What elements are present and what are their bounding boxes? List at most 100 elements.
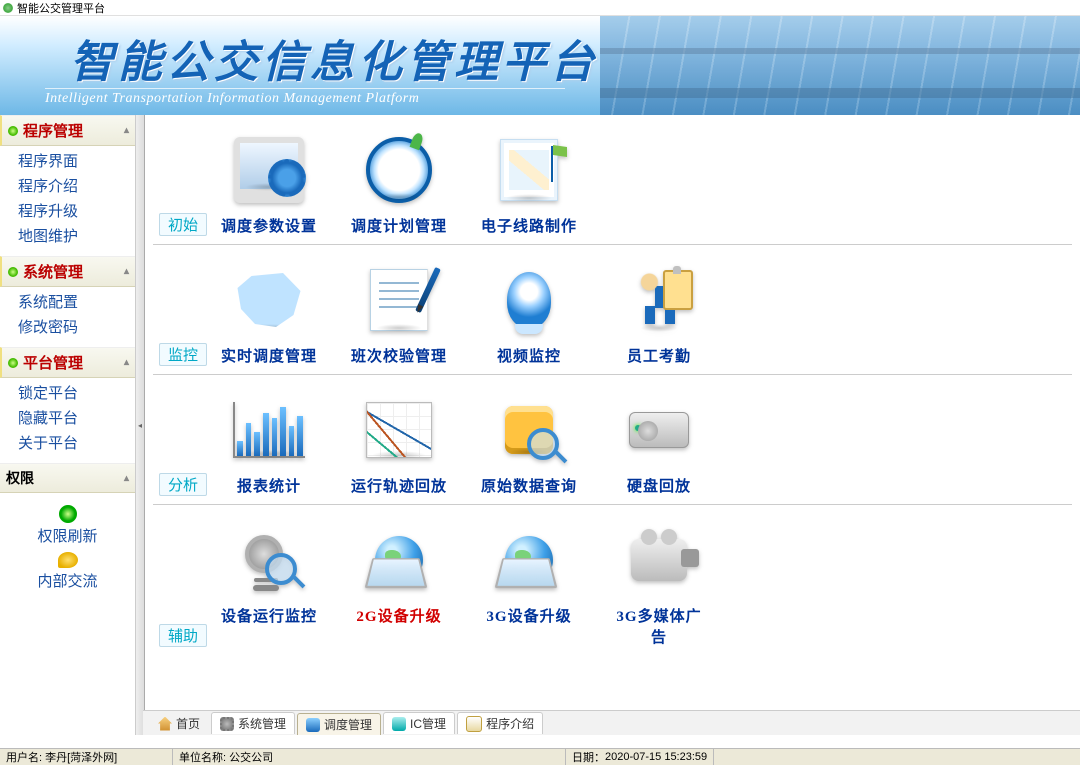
globe-laptop-icon (505, 536, 553, 584)
nav-head-permission[interactable]: 权限 ▴ (0, 463, 135, 493)
tile-label: 2G设备升级 (349, 605, 449, 634)
tile-track-playback[interactable]: 运行轨迹回放 (349, 385, 449, 504)
map-flag-icon (500, 139, 558, 201)
window-title: 智能公交管理平台 (17, 0, 105, 16)
window-titlebar: 智能公交管理平台 (0, 0, 1080, 16)
internal-chat-link[interactable]: 内部交流 (0, 570, 135, 591)
banner: 智能公交信息化管理平台 Intelligent Transportation I… (0, 16, 1080, 118)
tile-label: 运行轨迹回放 (349, 475, 449, 504)
home-icon (158, 717, 172, 731)
bus-icon (306, 718, 320, 732)
nav-item-program-upgrade[interactable]: 程序升级 (18, 198, 135, 223)
tab-home[interactable]: 首页 (149, 712, 209, 734)
tab-label: 系统管理 (238, 715, 286, 732)
tile-shift-verify[interactable]: 班次校验管理 (349, 255, 449, 374)
tile-2g-upgrade[interactable]: 2G设备升级 (349, 515, 449, 655)
status-user: 用户名: 李丹[菏泽外网] (0, 749, 173, 765)
nav-head-label: 平台管理 (23, 352, 83, 373)
chevron-up-icon: ▴ (124, 357, 129, 368)
tile-dispatch-params[interactable]: 调度参数设置 (219, 125, 319, 244)
section-monitor: 监控 实时调度管理 班次校验管理 视频监控 员工考勤 (153, 245, 1072, 375)
tab-program-intro[interactable]: 程序介绍 (457, 712, 543, 734)
nav-head-system-mgmt[interactable]: 系统管理 ▴ (0, 256, 135, 287)
tile-label: 原始数据查询 (479, 475, 579, 504)
tab-label: 程序介绍 (486, 715, 534, 732)
status-bar: 用户名: 李丹[菏泽外网] 单位名称: 公交公司 日期： 2020-07-15 … (0, 748, 1080, 765)
edit-doc-icon (370, 269, 428, 331)
chevron-up-icon: ▴ (124, 125, 129, 136)
chevron-up-icon: ▴ (124, 266, 129, 277)
tab-system-mgmt[interactable]: 系统管理 (211, 712, 295, 734)
nav-group-program-mgmt: 程序管理 ▴ 程序界面 程序介绍 程序升级 地图维护 (0, 115, 135, 252)
clock-icon (366, 137, 432, 203)
perm-refresh-link[interactable]: 权限刷新 (0, 525, 135, 546)
bar-chart-icon (233, 402, 305, 458)
nav-item-change-pwd[interactable]: 修改密码 (18, 314, 135, 339)
nav-head-platform-mgmt[interactable]: 平台管理 ▴ (0, 347, 135, 378)
nav-item-program-ui[interactable]: 程序界面 (18, 148, 135, 173)
tile-video-monitor[interactable]: 视频监控 (479, 255, 579, 374)
mic-search-icon (239, 529, 299, 591)
section-initial: 初始 调度参数设置 调度计划管理 电子线路制作 (153, 115, 1072, 245)
nav-item-about-platform[interactable]: 关于平台 (18, 430, 135, 455)
nav-item-sys-config[interactable]: 系统配置 (18, 289, 135, 314)
nav-item-map-maintain[interactable]: 地图维护 (18, 223, 135, 248)
bullet-icon (8, 267, 18, 277)
tile-dispatch-plan[interactable]: 调度计划管理 (349, 125, 449, 244)
status-date: 日期： 2020-07-15 15:23:59 (566, 749, 714, 765)
tile-3g-media-ad[interactable]: 3G多媒体广告 (609, 515, 709, 655)
tile-staff-attendance[interactable]: 员工考勤 (609, 255, 709, 374)
globe-laptop-icon (375, 536, 423, 584)
doc-icon (466, 716, 482, 732)
section-assist: 辅助 设备运行监控 2G设备升级 3G设备升级 3G多媒体广告 (153, 505, 1072, 655)
bullet-icon (8, 358, 18, 368)
chat-icon (58, 552, 78, 568)
banner-title: 智能公交信息化管理平台 (70, 26, 598, 90)
tile-eroute-design[interactable]: 电子线路制作 (479, 125, 579, 244)
line-chart-icon (366, 402, 432, 458)
status-value: 2020-07-15 15:23:59 (605, 751, 707, 763)
tab-dispatch-mgmt[interactable]: 调度管理 (297, 713, 381, 735)
hard-disk-icon (629, 412, 689, 448)
tile-label: 3G多媒体广告 (609, 605, 709, 655)
bullet-icon (8, 126, 18, 136)
tab-label: 调度管理 (324, 716, 372, 733)
sidebar-splitter[interactable]: ◂ (136, 115, 145, 735)
status-value: 李丹[菏泽外网] (45, 749, 117, 765)
tile-hdd-playback[interactable]: 硬盘回放 (609, 385, 709, 504)
monitor-gear-icon (234, 137, 304, 203)
tile-raw-data-query[interactable]: 原始数据查询 (479, 385, 579, 504)
tile-label: 设备运行监控 (219, 605, 319, 634)
tile-realtime-dispatch[interactable]: 实时调度管理 (219, 255, 319, 374)
status-value: 公交公司 (229, 749, 273, 765)
tile-label: 3G设备升级 (479, 605, 579, 634)
tab-ic-mgmt[interactable]: IC管理 (383, 712, 455, 734)
status-label: 单位名称: (179, 749, 226, 765)
banner-subtitle: Intelligent Transportation Information M… (45, 88, 565, 107)
tile-label: 调度计划管理 (349, 215, 449, 244)
status-label: 日期： (572, 749, 605, 765)
chevron-left-icon: ◂ (138, 421, 142, 430)
section-label: 辅助 (159, 624, 207, 647)
tile-label: 硬盘回放 (609, 475, 709, 504)
bottom-tabs: 首页 系统管理 调度管理 IC管理 程序介绍 (143, 710, 1080, 735)
section-label: 分析 (159, 473, 207, 496)
db-search-icon (505, 406, 553, 454)
nav-item-lock-platform[interactable]: 锁定平台 (18, 380, 135, 405)
nav-item-hide-platform[interactable]: 隐藏平台 (18, 405, 135, 430)
tab-label: 首页 (176, 715, 200, 732)
chevron-up-icon: ▴ (124, 473, 129, 484)
dashboard-main: 初始 调度参数设置 调度计划管理 电子线路制作 监控 (145, 115, 1080, 735)
nav-item-program-intro[interactable]: 程序介绍 (18, 173, 135, 198)
nav-group-platform-mgmt: 平台管理 ▴ 锁定平台 隐藏平台 关于平台 (0, 347, 135, 459)
status-label: 用户名: (6, 749, 42, 765)
china-map-icon (234, 270, 304, 330)
tile-label: 班次校验管理 (349, 345, 449, 374)
tile-device-monitor[interactable]: 设备运行监控 (219, 515, 319, 655)
tile-3g-upgrade[interactable]: 3G设备升级 (479, 515, 579, 655)
nav-group-permission: 权限 ▴ 权限刷新 内部交流 (0, 463, 135, 597)
tab-label: IC管理 (410, 715, 446, 732)
tile-report-stats[interactable]: 报表统计 (219, 385, 319, 504)
nav-head-program-mgmt[interactable]: 程序管理 ▴ (0, 115, 135, 146)
card-icon (392, 717, 406, 731)
